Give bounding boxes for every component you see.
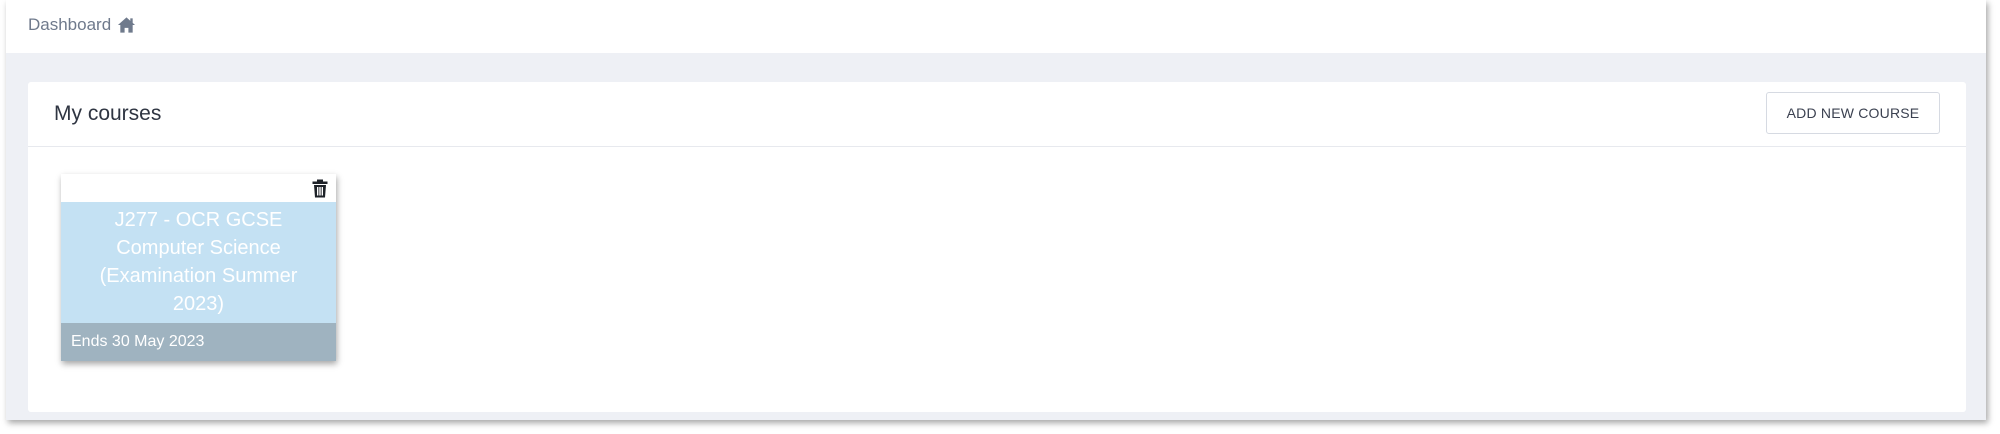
- course-end-date: Ends 30 May 2023: [71, 333, 205, 350]
- panel-header: My courses ADD NEW COURSE: [28, 82, 1966, 147]
- app-window: Dashboard My courses ADD NEW COURSE J277…: [6, 0, 1986, 420]
- breadcrumb-dashboard-link[interactable]: Dashboard: [28, 15, 111, 35]
- home-icon[interactable]: [117, 16, 136, 34]
- trash-icon[interactable]: [312, 179, 328, 198]
- course-card-footer: Ends 30 May 2023: [61, 323, 336, 361]
- panel-title: My courses: [54, 102, 162, 125]
- add-new-course-button[interactable]: ADD NEW COURSE: [1766, 92, 1940, 134]
- breadcrumb: Dashboard: [28, 15, 136, 35]
- course-card[interactable]: J277 - OCR GCSE Computer Science (Examin…: [61, 174, 336, 361]
- my-courses-panel: My courses ADD NEW COURSE J277 - OCR GCS…: [28, 82, 1966, 412]
- course-title: J277 - OCR GCSE Computer Science (Examin…: [99, 209, 298, 315]
- top-bar: Dashboard: [6, 0, 1986, 53]
- course-card-toolbar: [61, 174, 336, 202]
